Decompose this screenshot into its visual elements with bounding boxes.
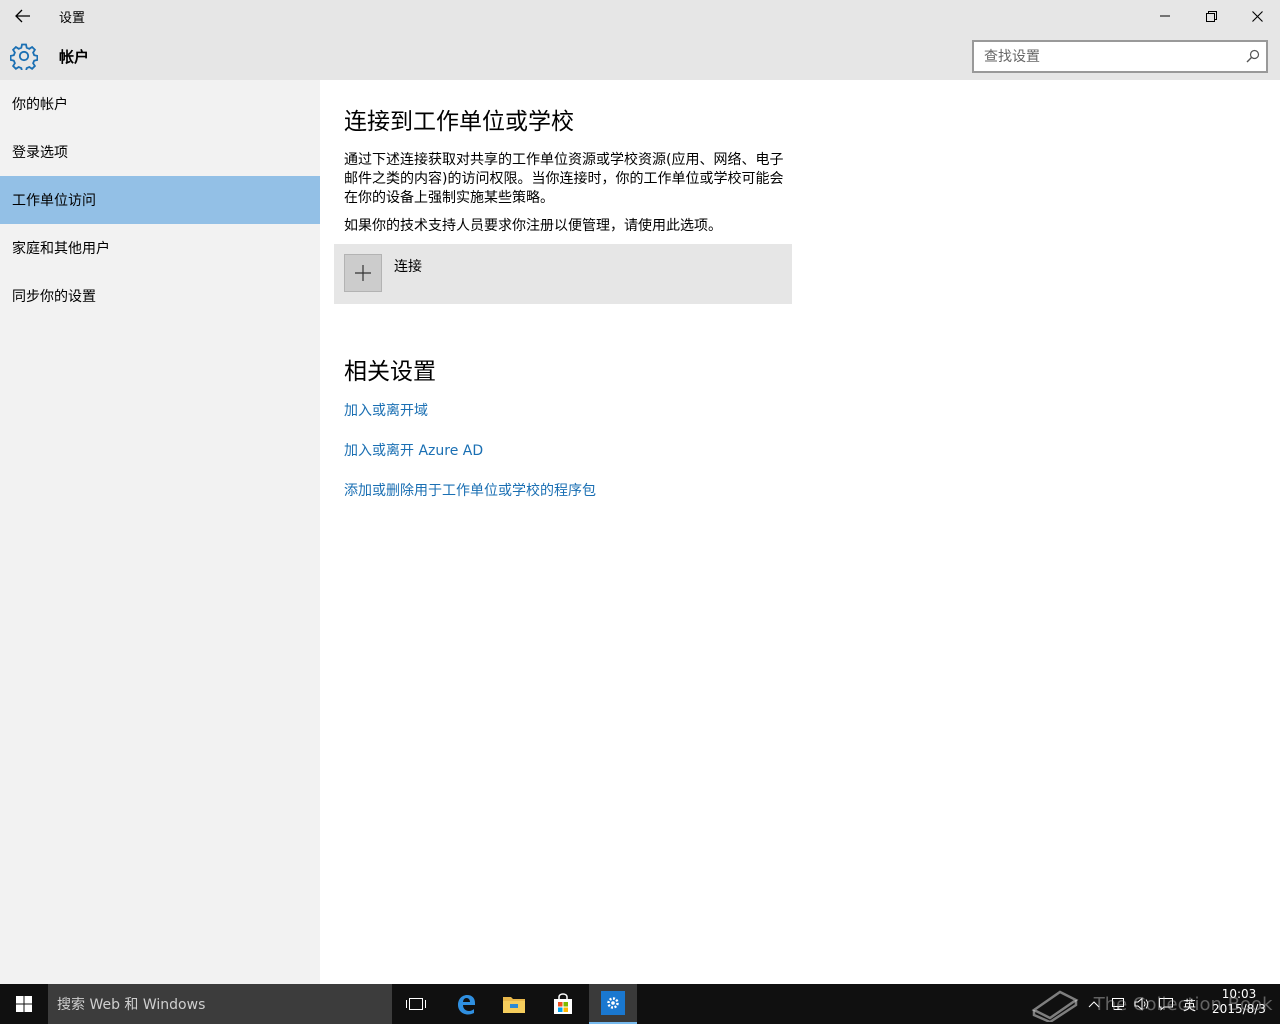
section-note: 如果你的技术支持人员要求你注册以便管理，请使用此选项。	[344, 218, 722, 234]
taskbar: 搜索 Web 和 Windows 英 10:03 2015/8/3	[0, 984, 1280, 1024]
restore-icon	[1205, 10, 1217, 22]
store-bag-icon	[554, 993, 572, 1014]
clock-time: 10:03	[1221, 987, 1257, 1001]
edge-browser-button[interactable]	[442, 984, 490, 1024]
edge-icon	[458, 995, 475, 1015]
restore-button[interactable]	[1188, 0, 1234, 32]
window-title: 设置	[59, 11, 86, 26]
minimize-icon	[1160, 15, 1170, 17]
show-hidden-icons-button[interactable]	[1088, 984, 1100, 1024]
add-remove-package-link[interactable]: 添加或删除用于工作单位或学校的程序包	[344, 480, 596, 500]
sidebar-item-sync-settings[interactable]: 同步你的设置	[0, 272, 320, 320]
title-bar: 设置	[0, 0, 1280, 32]
task-view-icon	[406, 998, 426, 1010]
store-button[interactable]	[539, 984, 587, 1024]
windows-logo-icon	[16, 996, 32, 1012]
settings-app-button[interactable]	[589, 984, 637, 1024]
network-button[interactable]	[1110, 984, 1126, 1024]
close-icon	[1251, 10, 1263, 22]
message-icon	[1159, 998, 1173, 1011]
chevron-up-icon	[1088, 1001, 1100, 1008]
sidebar-item-sign-in-options[interactable]: 登录选项	[0, 128, 320, 176]
minimize-button[interactable]	[1142, 0, 1188, 32]
speaker-icon	[1134, 997, 1149, 1011]
clock[interactable]: 10:03 2015/8/3	[1204, 987, 1274, 1017]
close-button[interactable]	[1234, 0, 1280, 32]
search-box[interactable]	[972, 40, 1268, 73]
action-center-button[interactable]	[1158, 984, 1174, 1024]
settings-app-tile	[601, 991, 625, 1015]
input-method-indicator[interactable]: 英	[1183, 984, 1196, 1024]
main-content: 连接到工作单位或学校 通过下述连接获取对共享的工作单位资源或学校资源(应用、网络…	[320, 80, 1280, 984]
sidebar-item-work-access[interactable]: 工作单位访问	[0, 176, 320, 224]
volume-button[interactable]	[1134, 984, 1150, 1024]
plus-icon	[355, 265, 371, 281]
section-description: 通过下述连接获取对共享的工作单位资源或学校资源(应用、网络、电子邮件之类的内容)…	[344, 152, 784, 206]
sidebar-item-your-account[interactable]: 你的帐户	[0, 80, 320, 128]
sidebar: 你的帐户 登录选项 工作单位访问 家庭和其他用户 同步你的设置	[0, 80, 320, 984]
connect-label: 连接	[394, 259, 422, 275]
settings-gear-icon	[607, 997, 619, 1009]
file-explorer-button[interactable]	[490, 984, 538, 1024]
sidebar-item-family-other-users[interactable]: 家庭和其他用户	[0, 224, 320, 272]
gear-icon	[10, 43, 38, 70]
join-leave-azure-ad-link[interactable]: 加入或离开 Azure AD	[344, 440, 483, 460]
add-icon-box	[344, 254, 382, 292]
back-arrow-icon	[15, 9, 30, 23]
search-icon[interactable]	[1246, 49, 1260, 63]
section-heading: 连接到工作单位或学校	[344, 109, 574, 135]
settings-header: 帐户	[0, 32, 1280, 80]
join-leave-domain-link[interactable]: 加入或离开域	[344, 400, 428, 420]
search-input[interactable]	[974, 42, 1234, 71]
taskbar-search-box[interactable]: 搜索 Web 和 Windows	[48, 984, 392, 1024]
start-button[interactable]	[0, 984, 48, 1024]
related-settings-heading: 相关设置	[344, 359, 436, 385]
network-icon	[1112, 998, 1124, 1010]
clock-date: 2015/8/3	[1212, 1002, 1266, 1016]
page-title: 帐户	[59, 48, 90, 66]
back-button[interactable]	[0, 0, 46, 32]
folder-icon	[503, 997, 525, 1013]
task-view-button[interactable]	[392, 984, 440, 1024]
connect-button[interactable]: 连接	[334, 244, 792, 304]
